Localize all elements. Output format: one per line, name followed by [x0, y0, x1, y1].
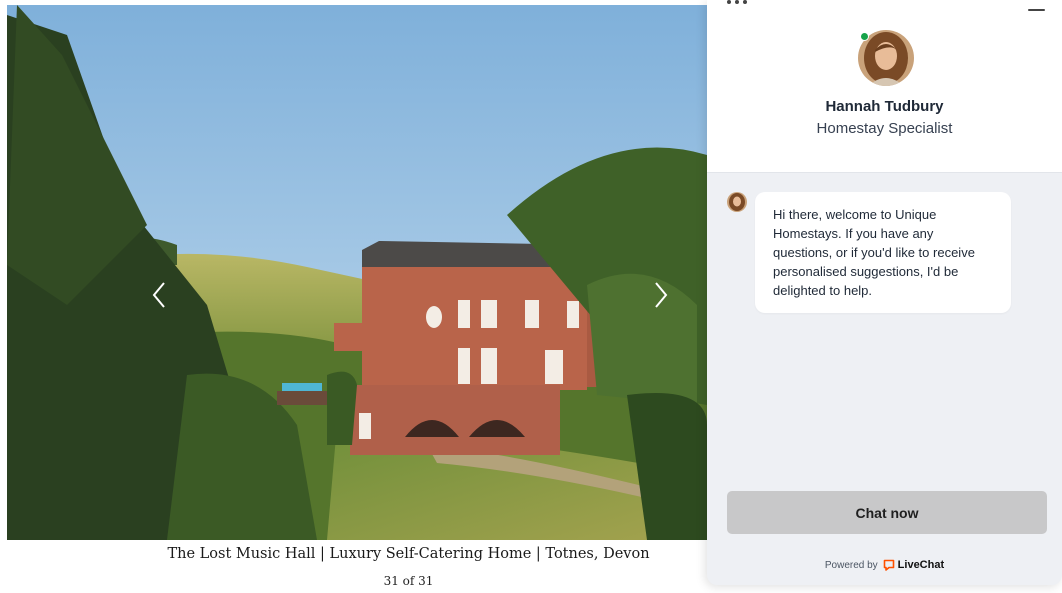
page: The Lost Music Hall | Luxury Self-Cateri…	[0, 0, 1062, 593]
previous-photo-button[interactable]	[139, 273, 179, 317]
next-photo-button[interactable]	[641, 273, 681, 317]
agent-role: Homestay Specialist	[816, 120, 953, 137]
chat-header: Hannah Tudbury Homestay Specialist	[707, 0, 1062, 173]
message-avatar	[727, 192, 747, 212]
more-options-icon[interactable]	[725, 0, 749, 8]
livechat-icon	[883, 559, 894, 571]
photo-counter: 31 of 31	[383, 574, 434, 588]
welcome-message: Hi there, welcome to Unique Homestays. I…	[755, 192, 1011, 313]
chevron-left-icon	[152, 282, 165, 308]
chevron-right-icon	[655, 282, 668, 308]
online-status-indicator	[860, 32, 869, 41]
livechat-logo: LiveChat	[883, 559, 944, 571]
chat-widget: Hannah Tudbury Homestay Specialist Hi th…	[707, 0, 1062, 585]
property-photo	[7, 5, 707, 540]
gallery-photo[interactable]	[7, 5, 707, 540]
powered-by[interactable]: Powered by LiveChat	[707, 559, 1062, 571]
minimize-icon[interactable]	[1028, 6, 1046, 16]
agent-name: Hannah Tudbury	[825, 98, 944, 115]
livechat-brand: LiveChat	[897, 559, 945, 571]
powered-by-label: Powered by	[824, 559, 878, 571]
photo-caption: The Lost Music Hall | Luxury Self-Cateri…	[167, 546, 650, 562]
chat-now-button[interactable]: Chat now	[727, 491, 1047, 534]
